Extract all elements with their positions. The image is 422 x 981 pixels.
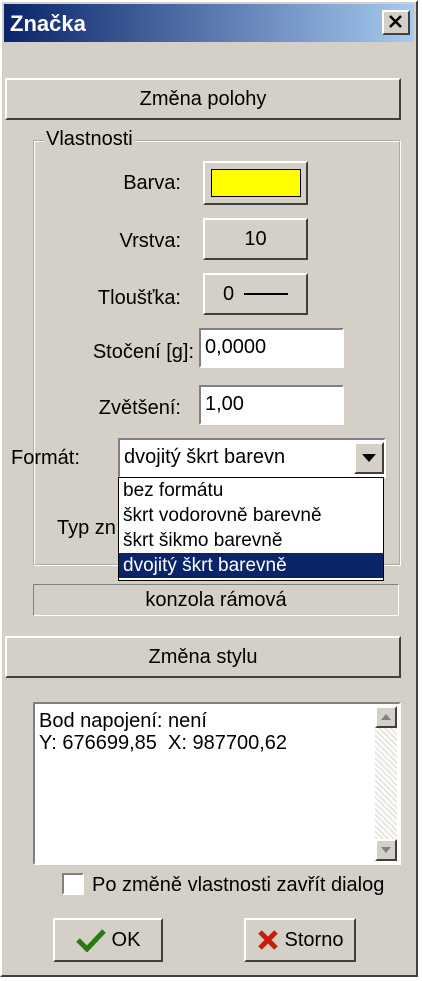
change-position-button[interactable]: Změna polohy [5, 78, 401, 120]
format-option[interactable]: škrt šikmo barevně [119, 528, 383, 553]
title-bar[interactable]: Značka [4, 4, 414, 42]
chevron-up-icon [381, 714, 391, 720]
line-thickness-icon [244, 293, 289, 295]
close-icon [389, 15, 402, 28]
chevron-down-icon [381, 847, 391, 853]
style-name-bar: konzola rámová [33, 584, 399, 616]
properties-group-label: Vlastnosti [44, 128, 135, 151]
vertical-scrollbar[interactable] [375, 706, 397, 861]
format-option[interactable]: škrt vodorovně barevně [119, 503, 383, 528]
cross-icon [257, 930, 278, 950]
close-button[interactable] [382, 10, 410, 35]
layer-button[interactable]: 10 [203, 218, 308, 260]
format-options-list[interactable]: bez formátu škrt vodorovně barevně škrt … [118, 477, 384, 581]
ok-button[interactable]: OK [53, 918, 163, 962]
thickness-label: Tloušťka: [97, 287, 181, 309]
scroll-down-button[interactable] [375, 839, 397, 861]
format-label: Formát: [11, 447, 80, 469]
color-button[interactable] [203, 161, 308, 205]
type-label: Typ zn [57, 517, 116, 539]
scroll-up-button[interactable] [375, 706, 397, 728]
format-option[interactable]: bez formátu [119, 478, 383, 503]
close-after-change-checkbox[interactable] [62, 873, 84, 895]
connection-point-text: Bod napojení: není [39, 710, 207, 732]
chevron-down-icon [362, 454, 376, 462]
change-style-button[interactable]: Změna stylu [5, 636, 401, 678]
window-title: Značka [10, 11, 86, 36]
layer-label: Vrstva: [119, 230, 182, 252]
info-textbox[interactable]: Bod napojení: není Y: 676699,85 X: 98770… [33, 702, 401, 865]
color-swatch [210, 169, 301, 197]
rotation-input[interactable]: 0,0000 [199, 328, 344, 368]
coordinates-text: Y: 676699,85 X: 987700,62 [39, 732, 287, 754]
cancel-button[interactable]: Storno [244, 918, 356, 962]
scale-input[interactable]: 1,00 [199, 385, 344, 425]
close-after-change-label[interactable]: Po změně vlastnosti zavřít dialog [92, 874, 384, 897]
format-option-selected[interactable]: dvojitý škrt barevně [119, 553, 383, 578]
color-label: Barva: [123, 172, 181, 194]
checkmark-icon [75, 929, 106, 952]
rotation-label: Stočení [g]: [92, 341, 194, 363]
scale-label: Zvětšení: [98, 397, 181, 419]
thickness-button[interactable]: 0 [203, 273, 308, 315]
dropdown-arrow-button[interactable] [354, 442, 384, 474]
format-select[interactable]: dvojitý škrt barevn [118, 438, 386, 478]
